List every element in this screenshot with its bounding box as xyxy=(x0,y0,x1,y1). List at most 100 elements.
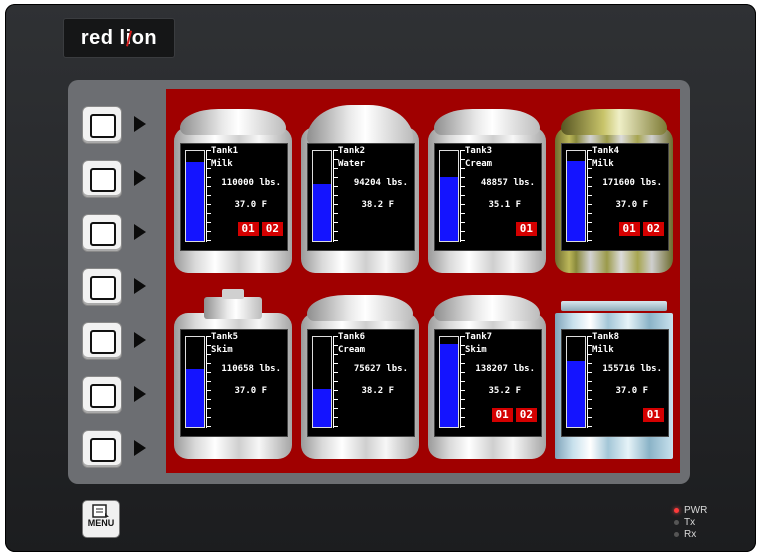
level-fill xyxy=(440,344,458,427)
tank-weight: 138207 lbs. xyxy=(475,364,535,374)
tank-product: Milk xyxy=(211,159,233,169)
soft-key-2[interactable] xyxy=(82,160,122,198)
tank-weight: 75627 lbs. xyxy=(353,364,408,374)
tank-name: Tank6 xyxy=(338,332,366,342)
tank-product: Skim xyxy=(211,345,233,355)
pwr-indicator: PWR xyxy=(674,504,707,516)
tank-temperature: 38.2 F xyxy=(361,386,394,396)
tank-top xyxy=(204,289,262,319)
level-fill xyxy=(313,389,331,427)
tank-name: Tank3 xyxy=(465,146,493,156)
pwr-label: PWR xyxy=(684,504,708,516)
level-fill xyxy=(567,160,585,241)
tank-weight: 155716 lbs. xyxy=(602,364,662,374)
tank-readout: Tank6 Cream 75627 lbs. 38.2 F xyxy=(307,329,415,437)
tank-temperature: 37.0 F xyxy=(234,386,267,396)
tank-overview-screen: Tank1 Milk 110000 lbs. 37.0 F 01 02 Tank… xyxy=(166,89,680,473)
tank-product: Milk xyxy=(592,345,614,355)
alarm-code: 02 xyxy=(515,408,537,422)
tank-top xyxy=(180,109,286,135)
rx-label: Rx xyxy=(684,528,697,540)
tx-indicator: Tx xyxy=(674,516,707,528)
tank-product: Cream xyxy=(338,345,366,355)
menu-label: MENU xyxy=(87,518,115,528)
tank-product: Cream xyxy=(465,159,493,169)
tank-top xyxy=(561,109,667,135)
tank-name: Tank4 xyxy=(592,146,620,156)
level-fill xyxy=(186,161,204,241)
level-fill xyxy=(313,184,331,241)
rx-indicator: Rx xyxy=(674,528,707,540)
brand-logo: red lion xyxy=(63,18,175,58)
tank-card[interactable]: Tank6 Cream 75627 lbs. 38.2 F xyxy=(301,293,419,459)
tank-temperature: 38.2 F xyxy=(361,200,394,210)
tank-readout: Tank2 Water 94204 lbs. 38.2 F xyxy=(307,143,415,251)
alarm-code: 01 xyxy=(642,408,664,422)
tank-card[interactable]: Tank3 Cream 48857 lbs. 35.1 F 01 xyxy=(428,107,546,273)
menu-icon xyxy=(92,504,109,518)
tank-top xyxy=(307,105,413,145)
tank-readout: Tank8 Milk 155716 lbs. 37.0 F 01 xyxy=(561,329,669,437)
menu-button[interactable]: MENU xyxy=(82,500,120,538)
tank-weight: 110658 lbs. xyxy=(221,364,281,374)
arrow-right-icon xyxy=(134,386,146,402)
tank-temperature: 37.0 F xyxy=(615,200,648,210)
soft-key-7[interactable] xyxy=(82,430,122,468)
tank-temperature: 37.0 F xyxy=(615,386,648,396)
alarm-codes: 01 02 xyxy=(237,222,283,236)
tank-card[interactable]: Tank8 Milk 155716 lbs. 37.0 F 01 xyxy=(555,293,673,459)
alarm-code: 01 xyxy=(237,222,259,236)
alarm-code: 01 xyxy=(515,222,537,236)
tank-product: Skim xyxy=(465,345,487,355)
tx-led-icon xyxy=(674,519,679,525)
tank-card[interactable]: Tank5 Skim 110658 lbs. 37.0 F xyxy=(174,289,292,459)
status-leds: PWR Tx Rx xyxy=(674,504,707,540)
tank-product: Milk xyxy=(592,159,614,169)
level-gauge xyxy=(312,150,332,242)
soft-key-3[interactable] xyxy=(82,214,122,252)
tank-readout: Tank4 Milk 171600 lbs. 37.0 F 01 02 xyxy=(561,143,669,251)
level-fill xyxy=(567,361,585,427)
tank-temperature: 37.0 F xyxy=(234,200,267,210)
tank-name: Tank7 xyxy=(465,332,493,342)
tank-weight: 110000 lbs. xyxy=(221,178,281,188)
arrow-right-icon xyxy=(134,116,146,132)
arrow-right-icon xyxy=(134,332,146,348)
soft-key-6[interactable] xyxy=(82,376,122,414)
tank-top xyxy=(307,295,413,321)
tank-weight: 94204 lbs. xyxy=(353,178,408,188)
alarm-codes: 01 xyxy=(515,222,537,236)
alarm-codes: 01 xyxy=(642,408,664,422)
rx-led-icon xyxy=(674,531,679,537)
arrow-right-icon xyxy=(134,170,146,186)
alarm-code: 02 xyxy=(261,222,283,236)
tank-name: Tank2 xyxy=(338,146,366,156)
tank-card[interactable]: Tank4 Milk 171600 lbs. 37.0 F 01 02 xyxy=(555,107,673,273)
alarm-code: 01 xyxy=(618,222,640,236)
tank-top xyxy=(434,109,540,135)
alarm-code: 02 xyxy=(642,222,664,236)
tank-card[interactable]: Tank2 Water 94204 lbs. 38.2 F xyxy=(301,105,419,273)
level-gauge xyxy=(185,336,205,428)
tank-card[interactable]: Tank7 Skim 138207 lbs. 35.2 F 01 02 xyxy=(428,293,546,459)
soft-key-4[interactable] xyxy=(82,268,122,306)
level-gauge xyxy=(566,150,586,242)
arrow-right-icon xyxy=(134,440,146,456)
alarm-codes: 01 02 xyxy=(618,222,664,236)
alarm-codes: 01 02 xyxy=(491,408,537,422)
level-fill xyxy=(186,369,204,427)
soft-key-1[interactable] xyxy=(82,106,122,144)
tank-name: Tank1 xyxy=(211,146,239,156)
tank-weight: 171600 lbs. xyxy=(602,178,662,188)
tank-temperature: 35.2 F xyxy=(488,386,521,396)
pwr-led-icon xyxy=(674,507,679,513)
level-fill xyxy=(440,177,458,241)
soft-key-5[interactable] xyxy=(82,322,122,360)
tank-card[interactable]: Tank1 Milk 110000 lbs. 37.0 F 01 02 xyxy=(174,107,292,273)
tank-name: Tank8 xyxy=(592,332,620,342)
arrow-right-icon xyxy=(134,224,146,240)
tank-name: Tank5 xyxy=(211,332,239,342)
level-gauge xyxy=(566,336,586,428)
level-gauge xyxy=(439,150,459,242)
tank-product: Water xyxy=(338,159,366,169)
